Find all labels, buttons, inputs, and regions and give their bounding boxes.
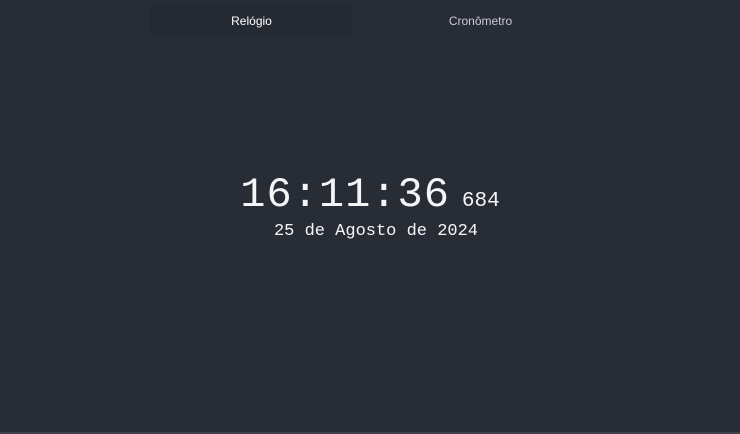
tab-cronometro[interactable]: Cronômetro [379,6,582,36]
clock-app: Relógio Cronômetro 16:11:36 684 25 de Ag… [0,0,740,434]
clock-display: 16:11:36 684 25 de Agosto de 2024 [0,170,740,244]
current-milliseconds: 684 [461,190,500,213]
time-row: 16:11:36 684 [0,170,740,220]
tab-relogio[interactable]: Relógio [150,6,353,36]
current-date: 25 de Agosto de 2024 [273,222,479,241]
tab-relogio-label: Relógio [231,14,272,28]
tab-bar: Relógio Cronômetro [150,6,582,36]
tab-cronometro-label: Cronômetro [448,14,513,28]
current-time: 16:11:36 [240,171,450,219]
